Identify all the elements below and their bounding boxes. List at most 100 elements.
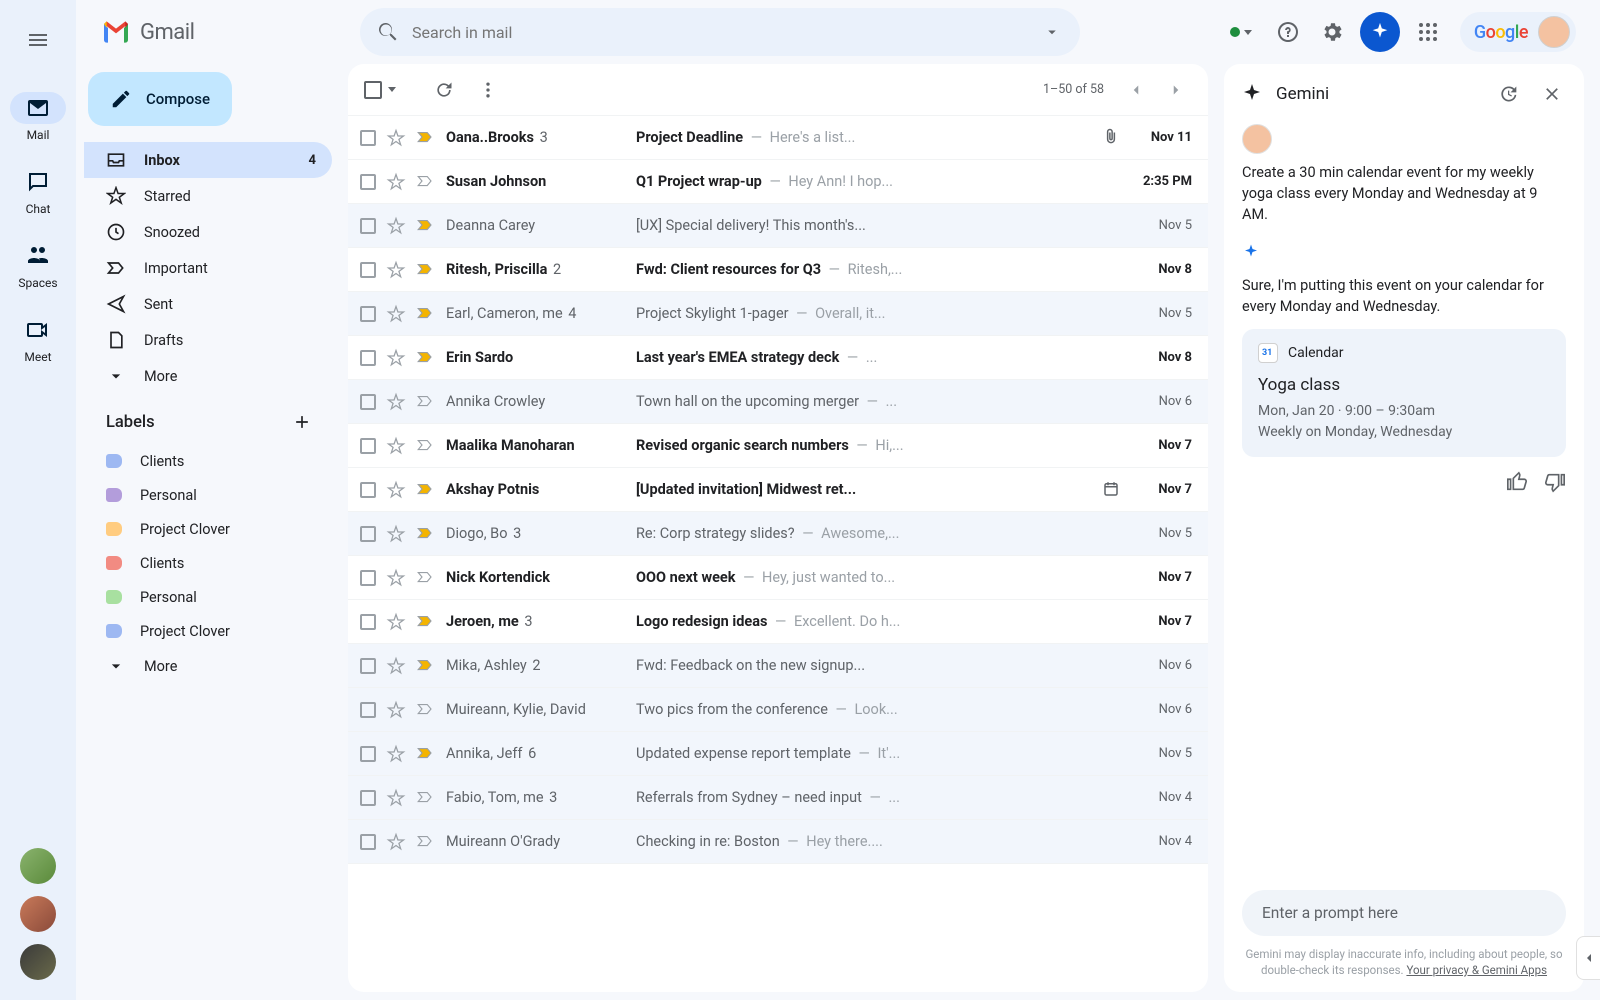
help-button[interactable]: [1268, 12, 1308, 52]
close-button[interactable]: [1536, 78, 1568, 110]
prev-page-button[interactable]: [1116, 70, 1156, 110]
important-marker[interactable]: [416, 304, 436, 324]
refresh-button[interactable]: [424, 70, 464, 110]
row-checkbox[interactable]: [360, 130, 376, 146]
presence-avatar[interactable]: [20, 848, 56, 884]
star-toggle[interactable]: [386, 260, 406, 280]
star-toggle[interactable]: [386, 172, 406, 192]
important-marker[interactable]: [416, 612, 436, 632]
collapse-side-panel-button[interactable]: [1576, 936, 1600, 980]
email-row[interactable]: Annika Crowley Town hall on the upcoming…: [348, 380, 1208, 424]
star-toggle[interactable]: [386, 568, 406, 588]
email-row[interactable]: Fabio, Tom, me 3 Referrals from Sydney –…: [348, 776, 1208, 820]
important-marker[interactable]: [416, 216, 436, 236]
email-row[interactable]: Oana..Brooks 3 Project Deadline — Here's…: [348, 116, 1208, 160]
email-row[interactable]: Diogo, Bo 3 Re: Corp strategy slides? — …: [348, 512, 1208, 556]
star-toggle[interactable]: [386, 524, 406, 544]
important-marker[interactable]: [416, 436, 436, 456]
rail-item-meet[interactable]: Meet: [10, 306, 66, 380]
email-row[interactable]: Annika, Jeff 6 Updated expense report te…: [348, 732, 1208, 776]
apps-button[interactable]: [1408, 12, 1448, 52]
thumbs-down-icon[interactable]: [1544, 471, 1566, 493]
brand[interactable]: Gmail: [92, 16, 342, 48]
more-actions-button[interactable]: [468, 70, 508, 110]
nav-item-more[interactable]: More: [84, 358, 332, 394]
rail-item-spaces[interactable]: Spaces: [10, 232, 66, 306]
important-marker[interactable]: [416, 832, 436, 852]
star-toggle[interactable]: [386, 436, 406, 456]
email-row[interactable]: Ritesh, Priscilla 2 Fwd: Client resource…: [348, 248, 1208, 292]
prompt-input[interactable]: Enter a prompt here: [1242, 890, 1566, 936]
label-item[interactable]: Clients: [84, 546, 332, 580]
nav-item-drafts[interactable]: Drafts: [84, 322, 332, 358]
row-checkbox[interactable]: [360, 438, 376, 454]
star-toggle[interactable]: [386, 788, 406, 808]
mail-list[interactable]: Oana..Brooks 3 Project Deadline — Here's…: [348, 116, 1208, 992]
important-marker[interactable]: [416, 172, 436, 192]
email-row[interactable]: Muireann, Kylie, David Two pics from the…: [348, 688, 1208, 732]
row-checkbox[interactable]: [360, 702, 376, 718]
email-row[interactable]: Akshay Potnis [Updated invitation] Midwe…: [348, 468, 1208, 512]
star-toggle[interactable]: [386, 480, 406, 500]
label-item[interactable]: Clients: [84, 444, 332, 478]
important-marker[interactable]: [416, 260, 436, 280]
row-checkbox[interactable]: [360, 790, 376, 806]
important-marker[interactable]: [416, 128, 436, 148]
important-marker[interactable]: [416, 524, 436, 544]
row-checkbox[interactable]: [360, 174, 376, 190]
star-toggle[interactable]: [386, 128, 406, 148]
row-checkbox[interactable]: [360, 658, 376, 674]
rail-item-chat[interactable]: Chat: [10, 158, 66, 232]
important-marker[interactable]: [416, 656, 436, 676]
account-chip[interactable]: Google: [1460, 12, 1576, 52]
row-checkbox[interactable]: [360, 834, 376, 850]
label-item[interactable]: Personal: [84, 580, 332, 614]
email-row[interactable]: Muireann O'Grady Checking in re: Boston …: [348, 820, 1208, 864]
row-checkbox[interactable]: [360, 746, 376, 762]
nav-item-inbox[interactable]: Inbox4: [84, 142, 332, 178]
history-button[interactable]: [1492, 78, 1524, 110]
star-toggle[interactable]: [386, 832, 406, 852]
nav-item-snoozed[interactable]: Snoozed: [84, 214, 332, 250]
menu-button[interactable]: [14, 16, 62, 64]
email-row[interactable]: Mika, Ashley 2 Fwd: Feedback on the new …: [348, 644, 1208, 688]
email-row[interactable]: Jeroen, me 3 Logo redesign ideas — Excel…: [348, 600, 1208, 644]
next-page-button[interactable]: [1156, 70, 1196, 110]
gemini-button[interactable]: [1360, 12, 1400, 52]
search-input[interactable]: [412, 23, 1032, 42]
important-marker[interactable]: [416, 788, 436, 808]
rail-item-mail[interactable]: Mail: [10, 84, 66, 158]
nav-item-starred[interactable]: Starred: [84, 178, 332, 214]
nav-item-important[interactable]: Important: [84, 250, 332, 286]
row-checkbox[interactable]: [360, 394, 376, 410]
add-label-button[interactable]: [288, 408, 316, 436]
nav-item-sent[interactable]: Sent: [84, 286, 332, 322]
row-checkbox[interactable]: [360, 218, 376, 234]
row-checkbox[interactable]: [360, 262, 376, 278]
email-row[interactable]: Erin Sardo Last year's EMEA strategy dec…: [348, 336, 1208, 380]
search-options-button[interactable]: [1032, 12, 1072, 52]
label-item[interactable]: Project Clover: [84, 512, 332, 546]
compose-button[interactable]: Compose: [88, 72, 232, 126]
row-checkbox[interactable]: [360, 526, 376, 542]
row-checkbox[interactable]: [360, 482, 376, 498]
presence-avatar[interactable]: [20, 944, 56, 980]
important-marker[interactable]: [416, 744, 436, 764]
star-toggle[interactable]: [386, 612, 406, 632]
row-checkbox[interactable]: [360, 350, 376, 366]
calendar-card[interactable]: Calendar Yoga class Mon, Jan 20 · 9:00 –…: [1242, 329, 1566, 457]
star-toggle[interactable]: [386, 744, 406, 764]
star-toggle[interactable]: [386, 304, 406, 324]
row-checkbox[interactable]: [360, 570, 376, 586]
label-item[interactable]: Project Clover: [84, 614, 332, 648]
important-marker[interactable]: [416, 348, 436, 368]
status-indicator[interactable]: [1218, 27, 1264, 37]
thumbs-up-icon[interactable]: [1506, 471, 1528, 493]
email-row[interactable]: Nick Kortendick OOO next week — Hey, jus…: [348, 556, 1208, 600]
email-row[interactable]: Susan Johnson Q1 Project wrap-up — Hey A…: [348, 160, 1208, 204]
email-row[interactable]: Deanna Carey [UX] Special delivery! This…: [348, 204, 1208, 248]
star-toggle[interactable]: [386, 216, 406, 236]
important-marker[interactable]: [416, 568, 436, 588]
important-marker[interactable]: [416, 480, 436, 500]
email-row[interactable]: Earl, Cameron, me 4 Project Skylight 1-p…: [348, 292, 1208, 336]
